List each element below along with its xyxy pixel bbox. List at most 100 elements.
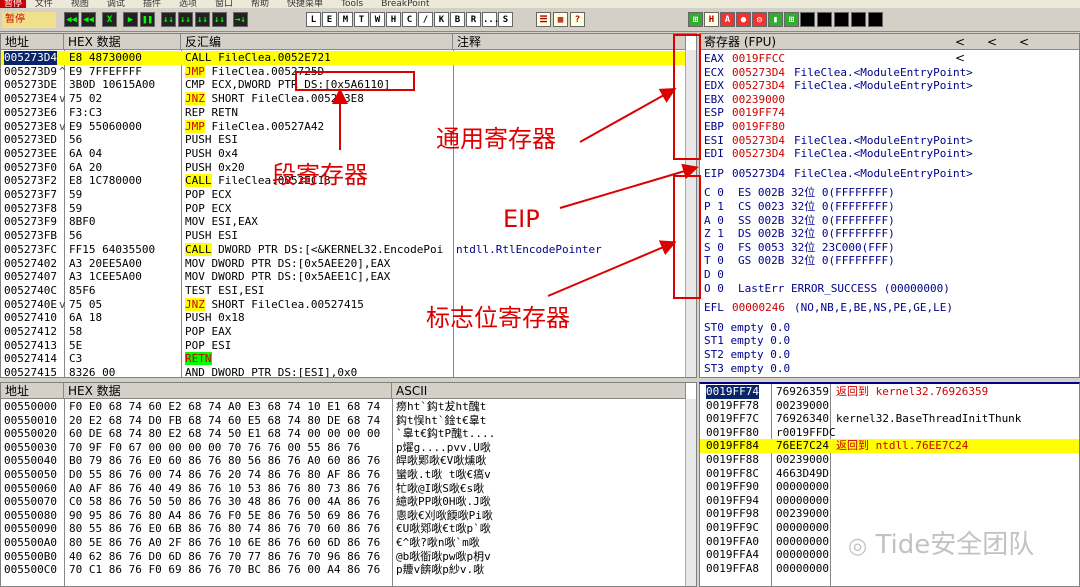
register-row[interactable]: ECX 005273D4 FileClea.<ModuleEntryPoint> bbox=[704, 66, 1074, 80]
toolbar-button[interactable]: ▶ bbox=[123, 12, 138, 27]
toolbar-window-button[interactable]: C bbox=[402, 12, 417, 27]
disasm-row[interactable]: 00527410 6A 18 PUSH 0x18 bbox=[1, 311, 685, 325]
stack-row[interactable]: 0019FF90 00000000 bbox=[700, 480, 1079, 494]
register-nav-button[interactable]: < bbox=[1019, 34, 1051, 50]
toolbar-misc-button[interactable]: ▦ bbox=[553, 12, 568, 27]
fpu-register[interactable]: ST3 empty 0.0 bbox=[704, 362, 790, 376]
toolbar-plugin-button[interactable]: ⊞ bbox=[784, 12, 799, 27]
flag-row[interactable]: Z 1 DS 002B 32位 0(FFFFFFFF) bbox=[704, 227, 1074, 241]
stack-row[interactable]: 0019FF98 00239000 bbox=[700, 507, 1079, 521]
col-header-comment[interactable]: 注释 bbox=[453, 34, 686, 50]
stack-row[interactable]: 0019FF74 76926359 返回到 kernel32.76926359 bbox=[700, 385, 1079, 399]
toolbar-blank-button[interactable] bbox=[800, 12, 815, 27]
stack-row[interactable]: 0019FF94 00000000 bbox=[700, 494, 1079, 508]
toolbar-button[interactable]: ◀◀ bbox=[81, 12, 96, 27]
disasm-scrollbar[interactable] bbox=[685, 50, 696, 377]
menu-item[interactable]: 选项 bbox=[179, 0, 197, 8]
disasm-row[interactable]: 005273E6 F3:C3 REP RETN bbox=[1, 106, 685, 120]
toolbar-button[interactable]: ↓↓ bbox=[195, 12, 210, 27]
flag-row[interactable]: A 0 SS 002B 32位 0(FFFFFFFF) bbox=[704, 214, 1074, 228]
disasm-row[interactable]: 005273F9 8BF0 MOV ESI,EAX bbox=[1, 215, 685, 229]
toolbar-button[interactable]: ◀◀ bbox=[64, 12, 79, 27]
register-row[interactable]: ESP 0019FF74 bbox=[704, 106, 1074, 120]
toolbar-button[interactable]: ↓↓ bbox=[212, 12, 227, 27]
stack-row[interactable]: 0019FF7C 76926340 kernel32.BaseThreadInitT… bbox=[700, 412, 1079, 426]
toolbar-plugin-button[interactable]: A bbox=[720, 12, 735, 27]
toolbar-window-button[interactable]: S bbox=[498, 12, 513, 27]
flag-row[interactable]: D 0 bbox=[704, 268, 1074, 282]
register-row[interactable]: ESI 005273D4 FileClea.<ModuleEntryPoint> bbox=[704, 134, 1074, 148]
disasm-row[interactable]: 00527413 5E POP ESI bbox=[1, 339, 685, 353]
toolbar-window-button[interactable]: K bbox=[434, 12, 449, 27]
dump-row[interactable]: 005500A0 80 5E 86 76 A0 2F 86 76 10 6E 86… bbox=[1, 536, 685, 550]
flag-row[interactable]: P 1 CS 0023 32位 0(FFFFFFFF) bbox=[704, 200, 1074, 214]
dump-header-ascii[interactable]: ASCII bbox=[392, 383, 686, 399]
disasm-row[interactable]: 005273E4 v 75 02 JNZ SHORT FileClea.005273E… bbox=[1, 92, 685, 106]
toolbar-button[interactable]: →↓ bbox=[233, 12, 248, 27]
register-row[interactable]: EDI 005273D4 FileClea.<ModuleEntryPoint> bbox=[704, 147, 1074, 161]
menu-item[interactable]: 窗口 bbox=[215, 0, 233, 8]
dump-row[interactable]: 005500C0 70 C1 86 76 F0 69 86 76 70 BC 86… bbox=[1, 563, 685, 577]
toolbar-window-button[interactable]: T bbox=[354, 12, 369, 27]
disasm-row[interactable]: 005273FC FF15 64035500 CALL DWORD PTR DS:[… bbox=[1, 242, 685, 257]
toolbar-window-button[interactable]: / bbox=[418, 12, 433, 27]
toolbar-misc-button[interactable]: ☰ bbox=[536, 12, 551, 27]
stack-row[interactable]: 0019FF80 r0019FFDC bbox=[700, 426, 1079, 440]
toolbar-window-button[interactable]: W bbox=[370, 12, 385, 27]
disasm-row[interactable]: 005273E8 v E9 55060000 JMP FileClea.00527A4… bbox=[1, 119, 685, 134]
flag-row[interactable]: S 0 FS 0053 32位 23C000(FFF) bbox=[704, 241, 1074, 255]
register-row[interactable]: EDX 005273D4 FileClea.<ModuleEntryPoint> bbox=[704, 79, 1074, 93]
disasm-row[interactable]: 005273F7 59 POP ECX bbox=[1, 188, 685, 202]
col-header-address[interactable]: 地址 bbox=[1, 34, 64, 50]
fpu-register[interactable]: ST0 empty 0.0 bbox=[704, 321, 790, 335]
dump-row[interactable]: 00550090 80 55 86 76 E0 6B 86 76 80 74 86… bbox=[1, 522, 685, 536]
toolbar-plugin-button[interactable]: ▮ bbox=[768, 12, 783, 27]
dump-row[interactable]: 00550030 70 9F F0 67 00 00 00 00 70 76 76… bbox=[1, 441, 685, 455]
toolbar-blank-button[interactable] bbox=[834, 12, 849, 27]
stack-row[interactable]: 0019FF84 76EE7C24 返回到 ntdll.76EE7C24 bbox=[700, 439, 1079, 453]
register-row[interactable]: EBP 0019FF80 bbox=[704, 120, 1074, 134]
menu-item[interactable]: 视图 bbox=[71, 0, 89, 8]
register-nav-button[interactable]: < bbox=[955, 34, 987, 50]
toolbar-window-button[interactable]: B bbox=[450, 12, 465, 27]
col-header-disasm[interactable]: 反汇编 bbox=[181, 34, 453, 50]
toolbar-plugin-button[interactable]: ◎ bbox=[752, 12, 767, 27]
disassembly-pane[interactable]: 地址 HEX 数据 反汇编 注释 005273D4 E8 48730000 CALL… bbox=[0, 33, 697, 378]
toolbar-window-button[interactable]: ... bbox=[482, 12, 499, 27]
dump-scrollbar[interactable] bbox=[685, 399, 696, 586]
disasm-row[interactable]: 00527415 8326 00 AND DWORD PTR DS:[ESI],0x… bbox=[1, 366, 685, 377]
dump-row[interactable]: 00550080 90 95 86 76 80 A4 86 76 F0 5E 86… bbox=[1, 509, 685, 523]
dump-row[interactable]: 00550060 A0 AF 86 76 40 49 86 76 10 53 86… bbox=[1, 482, 685, 496]
flag-row[interactable]: C 0 ES 002B 32位 0(FFFFFFFF) bbox=[704, 186, 1074, 200]
disasm-row[interactable]: 00527414 C3 RETN bbox=[1, 352, 685, 366]
dump-header-hex[interactable]: HEX 数据 bbox=[64, 383, 392, 399]
toolbar-button[interactable]: ❚❚ bbox=[140, 12, 155, 27]
toolbar-plugin-button[interactable]: H bbox=[704, 12, 719, 27]
toolbar-misc-button[interactable]: ? bbox=[570, 12, 585, 27]
disasm-row[interactable]: 005273D4 E8 48730000 CALL FileClea.0052E72… bbox=[1, 51, 685, 65]
dump-row[interactable]: 00550040 B0 79 86 76 E0 60 86 76 80 56 86… bbox=[1, 454, 685, 468]
toolbar-blank-button[interactable] bbox=[868, 12, 883, 27]
register-row[interactable]: EAX 0019FFCC bbox=[704, 52, 1074, 66]
dump-row[interactable]: 00550020 60 DE 68 74 80 E2 68 74 50 E1 68… bbox=[1, 427, 685, 441]
dump-row[interactable]: 00550000 F0 E0 68 74 60 E2 68 74 A0 E3 68… bbox=[1, 400, 685, 414]
stack-row[interactable]: 0019FF8C 4663D49D bbox=[700, 467, 1079, 481]
menu-item[interactable]: 帮助 bbox=[251, 0, 269, 8]
col-header-hex[interactable]: HEX 数据 bbox=[64, 34, 181, 50]
toolbar-window-button[interactable]: H bbox=[386, 12, 401, 27]
menu-item[interactable]: BreakPoint bbox=[381, 0, 429, 8]
toolbar-plugin-button[interactable]: ⊞ bbox=[688, 12, 703, 27]
disasm-row[interactable]: 00527412 58 POP EAX bbox=[1, 325, 685, 339]
register-nav-button[interactable]: < bbox=[987, 34, 1019, 50]
dump-row[interactable]: 005500B0 40 62 86 76 D0 6D 86 76 70 77 86… bbox=[1, 550, 685, 564]
menu-item[interactable]: 文件 bbox=[35, 0, 53, 8]
disasm-row[interactable]: 00527402 A3 20EE5A00 MOV DWORD PTR DS:[0x5… bbox=[1, 257, 685, 271]
disasm-row[interactable]: 005273DE 3B0D 10615A00 CMP ECX,DWORD PTR D… bbox=[1, 78, 685, 92]
disasm-row[interactable]: 0052740E v 75 05 JNZ SHORT FileClea.0052741… bbox=[1, 297, 685, 312]
registers-pane[interactable]: 寄存器 (FPU) < < << EAX 0019FFCC ECX 005273D4 Fil… bbox=[699, 33, 1080, 378]
disasm-row[interactable]: 00527407 A3 1CEE5A00 MOV DWORD PTR DS:[0x5… bbox=[1, 270, 685, 284]
dump-row[interactable]: 00550010 20 E2 68 74 D0 FB 68 74 60 E5 68… bbox=[1, 414, 685, 428]
stack-row[interactable]: 0019FF78 00239000 bbox=[700, 399, 1079, 413]
menu-item[interactable]: 插件 bbox=[143, 0, 161, 8]
disasm-row[interactable]: 0052740C 85F6 TEST ESI,ESI bbox=[1, 284, 685, 298]
